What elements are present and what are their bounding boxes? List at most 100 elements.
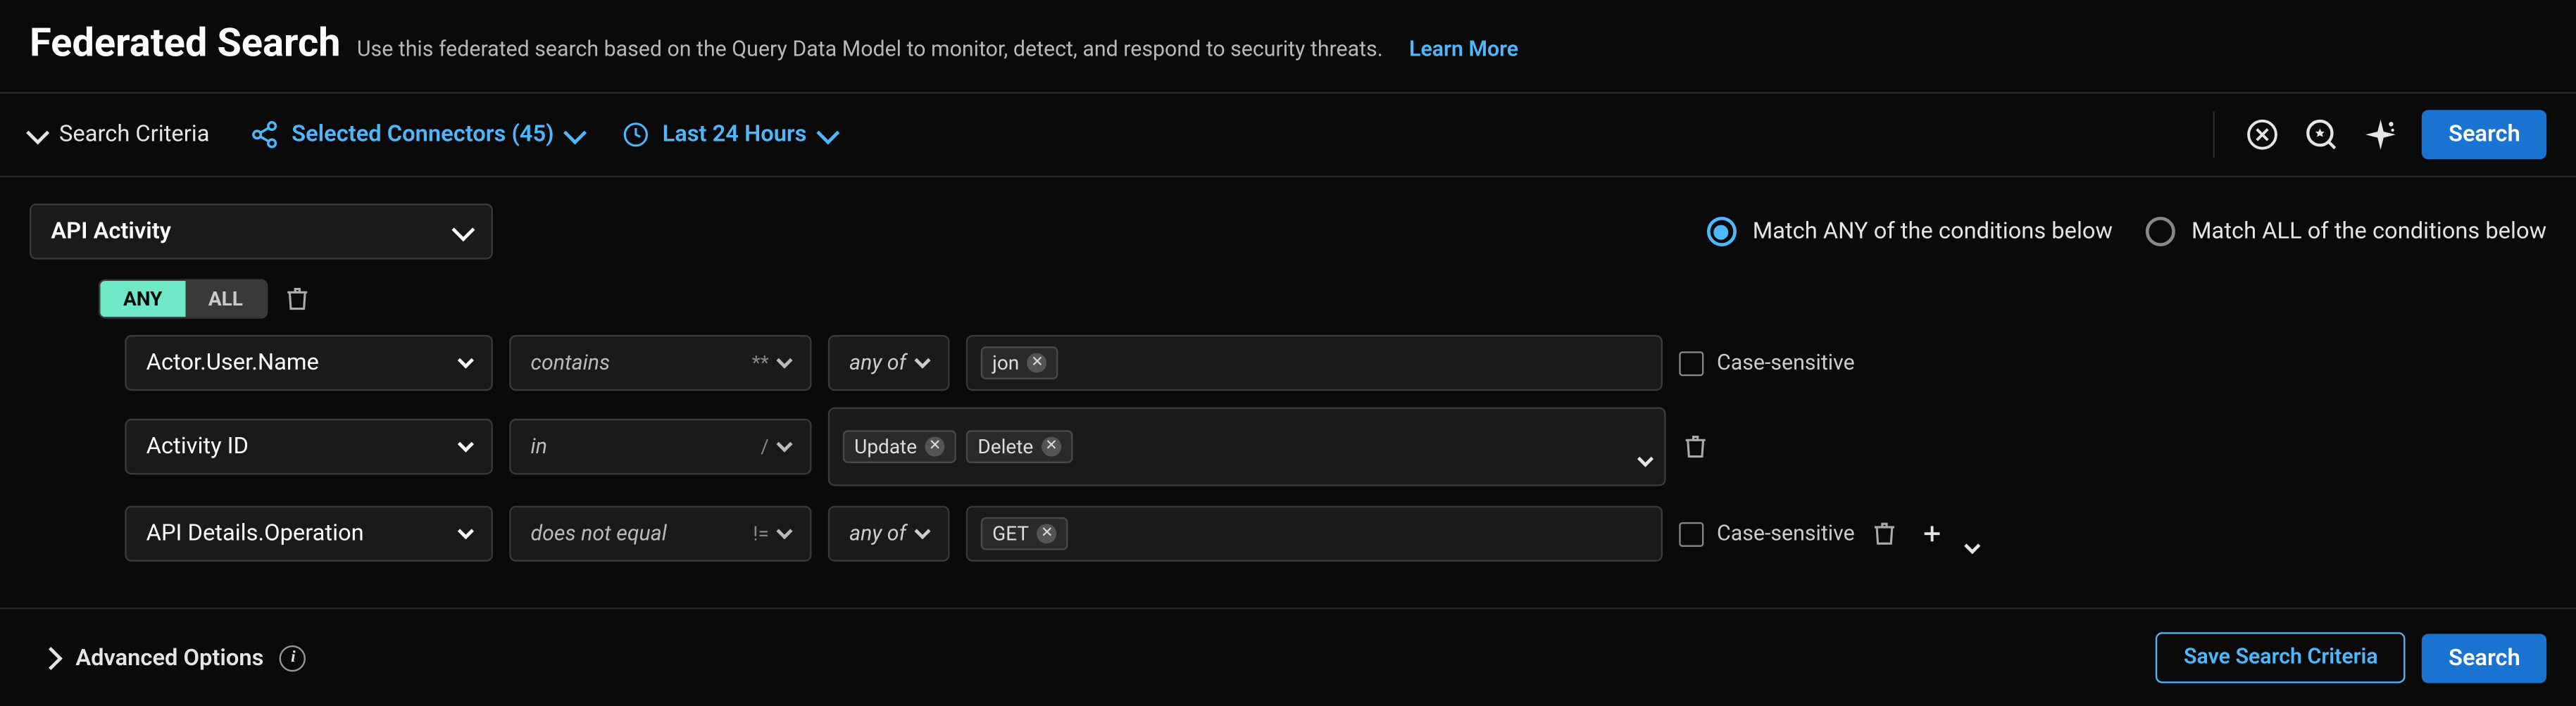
- share-icon: [249, 120, 278, 149]
- chevron-down-icon: [26, 120, 49, 144]
- condition-group: ANY ALL Actor.User.Name contains ** any of j…: [69, 279, 2546, 565]
- chip-label: Delete: [977, 435, 1033, 458]
- chevron-down-icon: [1637, 451, 1653, 467]
- zoom-button[interactable]: [2304, 117, 2340, 153]
- clear-button[interactable]: [2245, 117, 2281, 153]
- chevron-down-icon: [776, 523, 792, 539]
- case-sensitive-label: Case-sensitive: [1717, 351, 1855, 375]
- activity-type-value: API Activity: [51, 218, 171, 244]
- operator-select[interactable]: in/: [509, 419, 811, 474]
- sparkle-icon: [2363, 117, 2399, 153]
- search-criteria-toggle[interactable]: Search Criteria: [30, 122, 209, 148]
- operator-symbol: **: [752, 351, 769, 374]
- value-input[interactable]: Update ✕ Delete ✕: [828, 408, 1666, 486]
- toggle-all[interactable]: ALL: [185, 281, 265, 317]
- value-chip: Update ✕: [843, 430, 956, 463]
- trash-icon: [1871, 521, 1897, 547]
- close-circle-icon: [2246, 118, 2280, 151]
- chip-remove-icon[interactable]: ✕: [925, 437, 945, 457]
- chip-remove-icon[interactable]: ✕: [1042, 437, 1061, 457]
- time-range-label: Last 24 Hours: [663, 122, 807, 148]
- clock-icon: [623, 122, 649, 148]
- info-icon: i: [280, 645, 306, 671]
- add-row-button[interactable]: [1914, 516, 1950, 552]
- match-any-label: Match ANY of the conditions below: [1753, 218, 2113, 244]
- operator-value: does not equal: [531, 522, 667, 546]
- match-any-radio[interactable]: Match ANY of the conditions below: [1706, 217, 2113, 246]
- value-chip: Delete ✕: [966, 430, 1073, 463]
- search-button[interactable]: Search: [2422, 110, 2546, 159]
- chevron-down-icon: [776, 436, 792, 453]
- more-options-button[interactable]: [1966, 503, 1977, 565]
- activity-type-select[interactable]: API Activity: [30, 203, 493, 259]
- advanced-options-label: Advanced Options: [75, 645, 263, 671]
- checkbox-icon: [1679, 351, 1703, 375]
- page-title: Federated Search: [30, 20, 341, 65]
- case-sensitive-checkbox[interactable]: Case-sensitive: [1679, 351, 1854, 375]
- quantifier-select[interactable]: any of: [828, 335, 950, 391]
- trash-icon: [1682, 434, 1708, 460]
- condition-row: Activity ID in/Update ✕ Delete ✕: [125, 408, 2546, 486]
- plus-icon: [1919, 521, 1945, 547]
- trash-icon: [284, 286, 310, 312]
- time-range-selector[interactable]: Last 24 Hours: [623, 122, 837, 148]
- chevron-down-icon: [458, 523, 474, 539]
- chevron-down-icon: [816, 120, 839, 144]
- chip-label: Update: [854, 435, 917, 458]
- operator-symbol: !=: [753, 522, 769, 546]
- delete-group-button[interactable]: [284, 286, 310, 312]
- footer-bar: Advanced Options i Save Search Criteria …: [0, 610, 2576, 706]
- toggle-any[interactable]: ANY: [100, 281, 185, 317]
- delete-row-button[interactable]: [1682, 434, 1708, 460]
- quantifier-value: any of: [849, 522, 906, 546]
- match-all-label: Match ALL of the conditions below: [2192, 218, 2546, 244]
- case-sensitive-checkbox[interactable]: Case-sensitive: [1679, 522, 1854, 546]
- quantifier-value: any of: [849, 351, 906, 375]
- checkbox-icon: [1679, 522, 1703, 546]
- field-value: Actor.User.Name: [146, 350, 319, 376]
- delete-row-button[interactable]: [1871, 521, 1897, 547]
- page-subtitle: Use this federated search based on the Q…: [357, 38, 1383, 63]
- value-chip: GET ✕: [981, 517, 1068, 550]
- connectors-selector[interactable]: Selected Connectors (45): [249, 120, 583, 149]
- advanced-options-toggle[interactable]: Advanced Options i: [43, 645, 306, 671]
- chevron-down-icon: [914, 353, 930, 369]
- radio-icon: [1706, 217, 1736, 246]
- value-input[interactable]: jon ✕: [966, 335, 1663, 391]
- field-select[interactable]: API Details.Operation: [125, 506, 493, 562]
- group-any-all-toggle[interactable]: ANY ALL: [99, 279, 268, 319]
- divider: [2213, 112, 2215, 158]
- quantifier-select[interactable]: any of: [828, 506, 950, 562]
- value-input[interactable]: GET ✕: [966, 506, 1663, 562]
- chevron-down-icon: [451, 218, 475, 241]
- page-header: Federated Search Use this federated sear…: [0, 0, 2576, 92]
- chip-remove-icon[interactable]: ✕: [1027, 353, 1047, 373]
- chevron-down-icon: [1964, 538, 1980, 554]
- field-value: API Details.Operation: [146, 521, 364, 547]
- search-button-footer[interactable]: Search: [2422, 633, 2546, 682]
- chip-label: jon: [992, 351, 1019, 374]
- operator-select[interactable]: does not equal !=: [509, 506, 811, 562]
- value-chip: jon ✕: [981, 346, 1058, 379]
- condition-row: API Details.Operation does not equal != any…: [125, 503, 2546, 565]
- field-select[interactable]: Actor.User.Name: [125, 335, 493, 391]
- learn-more-link[interactable]: Learn More: [1409, 38, 1518, 63]
- operator-value: contains: [531, 351, 611, 375]
- chip-remove-icon[interactable]: ✕: [1037, 524, 1057, 543]
- connectors-label: Selected Connectors (45): [292, 122, 554, 148]
- match-all-radio[interactable]: Match ALL of the conditions below: [2146, 217, 2546, 246]
- chip-label: GET: [992, 522, 1029, 546]
- case-sensitive-label: Case-sensitive: [1717, 522, 1855, 546]
- operator-select[interactable]: contains **: [509, 335, 811, 391]
- field-select[interactable]: Activity ID: [125, 419, 493, 474]
- search-toolbar: Search Criteria Selected Connectors (45)…: [0, 92, 2576, 177]
- chevron-down-icon: [458, 436, 474, 453]
- search-star-icon: [2304, 117, 2340, 153]
- radio-icon: [2146, 217, 2175, 246]
- ai-assist-button[interactable]: [2363, 117, 2399, 153]
- operator-symbol: /: [761, 435, 769, 458]
- chevron-right-icon: [39, 646, 63, 669]
- criteria-panel: API Activity Match ANY of the conditions…: [0, 177, 2576, 610]
- save-criteria-button[interactable]: Save Search Criteria: [2156, 632, 2406, 683]
- chevron-down-icon: [458, 353, 474, 369]
